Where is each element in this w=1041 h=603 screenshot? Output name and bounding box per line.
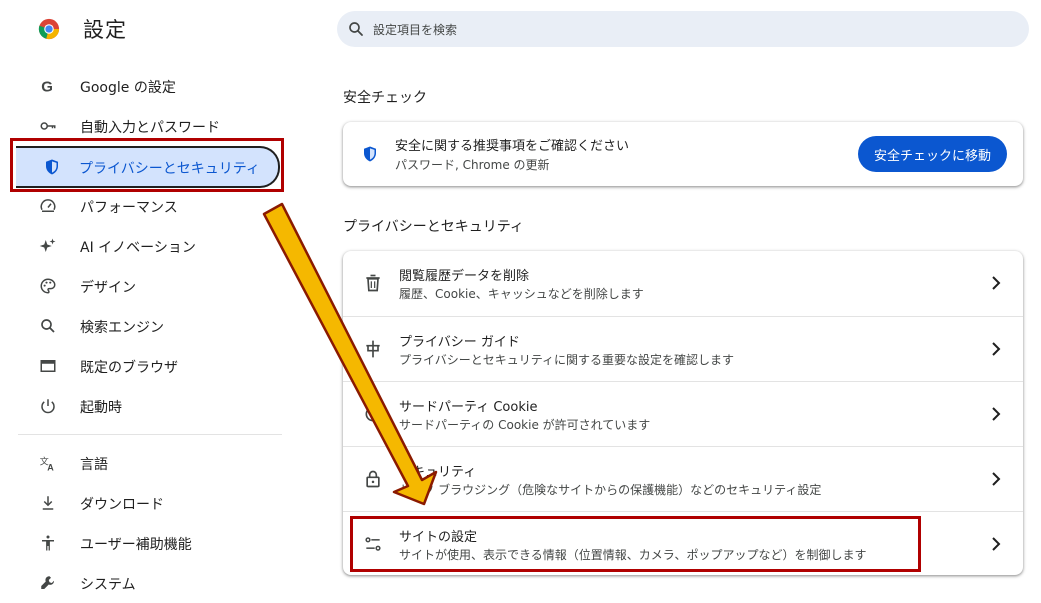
sidebar-item-downloads[interactable]: ダウンロード	[22, 483, 280, 523]
wrench-icon	[41, 576, 55, 589]
chrome-logo-icon	[38, 18, 60, 40]
privacy-section-title: プライバシーとセキュリティ	[343, 219, 524, 235]
power-icon	[41, 399, 55, 414]
search-box[interactable]	[337, 11, 1029, 49]
sidebar-item-search-engine[interactable]: 検索エンジン	[22, 306, 280, 346]
chevron-right-icon	[992, 276, 1001, 290]
shield-icon	[364, 146, 376, 162]
chevron-right-icon	[992, 537, 1001, 551]
sidebar-item-performance[interactable]: パフォーマンス	[22, 186, 280, 226]
translate-icon: 文A	[40, 456, 55, 473]
sidebar-item-label: ダウンロード	[80, 497, 164, 513]
sidebar-item-label: ユーザー補助機能	[80, 537, 192, 553]
sidebar-item-startup[interactable]: 起動時	[22, 386, 280, 426]
go-to-safety-check-button[interactable]: 安全チェックに移動	[857, 136, 1007, 172]
safety-check-section-title: 安全チェック	[343, 90, 427, 106]
page-title: 設定	[83, 18, 127, 42]
tune-icon	[365, 537, 381, 551]
safety-check-title: 安全に関する推奨事項をご確認ください	[395, 139, 630, 154]
row-clear-browsing-data[interactable]: 閲覧履歴データを削除 履歴、Cookie、キャッシュなどを削除します	[343, 251, 1023, 316]
row-title: サイトの設定	[399, 530, 478, 545]
privacy-settings-card: 閲覧履歴データを削除 履歴、Cookie、キャッシュなどを削除します プライバシ…	[343, 251, 1023, 575]
sidebar-item-autofill[interactable]: 自動入力とパスワード	[22, 106, 280, 146]
safety-check-card: 安全に関する推奨事項をご確認ください パスワード, Chrome の更新 安全チ…	[343, 122, 1023, 186]
cookie-icon	[365, 406, 381, 422]
sidebar-item-label: システム	[80, 577, 136, 593]
svg-text:A: A	[47, 463, 54, 473]
sidebar-item-label: パフォーマンス	[80, 200, 178, 216]
shield-icon	[46, 159, 58, 175]
sidebar-item-default-browser[interactable]: 既定のブラウザ	[22, 346, 280, 386]
google-g-icon: G	[41, 78, 53, 95]
sidebar-item-label: 検索エンジン	[80, 320, 164, 336]
sidebar-item-system[interactable]: システム	[22, 563, 280, 603]
search-icon	[41, 319, 55, 333]
chevron-right-icon	[992, 342, 1001, 356]
sidebar-item-ai[interactable]: AI イノベーション	[22, 226, 280, 266]
trash-icon	[366, 274, 380, 292]
row-title: サードパーティ Cookie	[399, 400, 538, 415]
sidebar-item-label: Google の設定	[80, 80, 176, 96]
row-subtitle: 履歴、Cookie、キャッシュなどを削除します	[399, 287, 644, 301]
sidebar-item-design[interactable]: デザイン	[22, 266, 280, 306]
sidebar-item-label: 起動時	[80, 400, 122, 416]
sidebar-item-google[interactable]: G Google の設定	[22, 66, 280, 106]
sidebar-item-label: 自動入力とパスワード	[80, 120, 220, 136]
search-icon	[349, 22, 363, 36]
row-title: セキュリティ	[399, 465, 477, 480]
sidebar-item-label: プライバシーとセキュリティ	[79, 161, 260, 177]
row-security[interactable]: セキュリティ セーフ ブラウジング（危険なサイトからの保護機能）などのセキュリテ…	[343, 446, 1023, 512]
sidebar-item-accessibility[interactable]: ユーザー補助機能	[22, 523, 280, 563]
row-title: プライバシー ガイド	[399, 335, 520, 350]
sidebar-item-privacy[interactable]: プライバシーとセキュリティ	[16, 146, 280, 188]
palette-icon	[40, 278, 56, 294]
sidebar-item-label: 言語	[80, 457, 108, 473]
sidebar-item-language[interactable]: 文A 言語	[22, 443, 280, 483]
sidebar-item-label: デザイン	[80, 280, 136, 296]
sidebar-item-label: AI イノベーション	[80, 240, 196, 256]
sparkle-icon	[39, 238, 56, 252]
key-icon	[40, 122, 56, 130]
safety-check-subtitle: パスワード, Chrome の更新	[395, 158, 550, 172]
row-subtitle: セーフ ブラウジング（危険なサイトからの保護機能）などのセキュリティ設定	[399, 483, 822, 497]
accessibility-icon	[42, 535, 54, 551]
svg-text:G: G	[41, 78, 53, 95]
chevron-right-icon	[992, 472, 1001, 486]
row-privacy-guide[interactable]: プライバシー ガイド プライバシーとセキュリティに関する重要な設定を確認します	[343, 316, 1023, 382]
row-third-party-cookies[interactable]: サードパーティ Cookie サードパーティの Cookie が許可されています	[343, 381, 1023, 447]
chevron-right-icon	[992, 407, 1001, 421]
row-site-settings[interactable]: サイトの設定 サイトが使用、表示できる情報（位置情報、カメラ、ポップアップなど）…	[343, 511, 1023, 576]
speedometer-icon	[40, 199, 56, 212]
browser-window-icon	[40, 360, 56, 372]
download-icon	[42, 496, 54, 510]
row-subtitle: プライバシーとセキュリティに関する重要な設定を確認します	[399, 353, 735, 367]
sidebar-item-label: 既定のブラウザ	[80, 360, 178, 376]
row-subtitle: サイトが使用、表示できる情報（位置情報、カメラ、ポップアップなど）を制御します	[399, 548, 867, 562]
row-title: 閲覧履歴データを削除	[399, 269, 530, 284]
sidebar-divider	[18, 434, 282, 435]
privacy-guide-icon	[366, 340, 380, 358]
row-subtitle: サードパーティの Cookie が許可されています	[399, 418, 651, 432]
lock-icon	[366, 470, 380, 488]
search-input[interactable]	[371, 11, 1015, 49]
